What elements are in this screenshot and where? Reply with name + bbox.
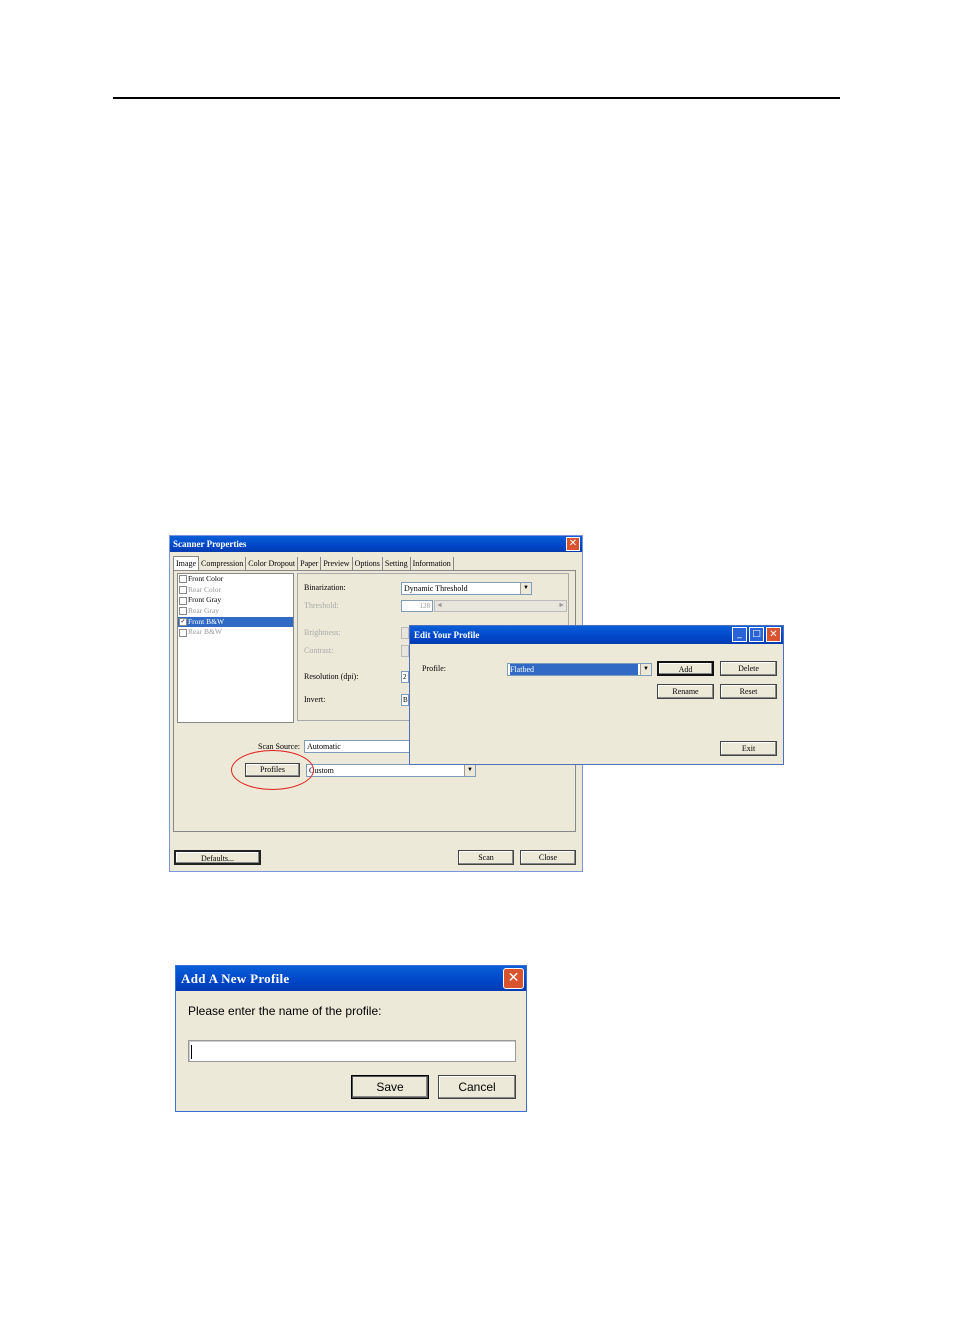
invert-label: Invert: [304, 695, 326, 704]
resolution-select[interactable]: 2 [401, 671, 409, 683]
tab-image[interactable]: Image [173, 556, 199, 570]
checkbox-icon[interactable] [179, 596, 187, 605]
rename-button[interactable]: Rename [657, 684, 714, 699]
binarization-select[interactable]: Dynamic Threshold ▼ [401, 582, 532, 595]
reset-button[interactable]: Reset [720, 684, 777, 699]
add-button[interactable]: Add [657, 661, 714, 676]
dialog-title: Edit Your Profile [414, 630, 480, 640]
chevron-down-icon: ▼ [464, 765, 475, 776]
list-item[interactable]: ✓ Front B&W [178, 616, 293, 628]
checkbox-icon[interactable] [179, 607, 187, 616]
threshold-label: Threshold: [304, 601, 339, 610]
profile-select[interactable]: Custom ▼ [306, 764, 476, 777]
scan-button[interactable]: Scan [458, 850, 514, 865]
list-item-label: Front Color [188, 574, 224, 583]
highlight-oval [231, 750, 314, 790]
checkbox-checked-icon[interactable]: ✓ [179, 618, 187, 627]
list-item-label: Front Gray [188, 595, 222, 605]
checkbox-icon[interactable] [179, 585, 187, 594]
arrow-right-icon: ► [558, 601, 565, 609]
contrast-label: Contrast: [304, 646, 334, 655]
maximize-icon[interactable]: □ [749, 627, 764, 642]
exit-button[interactable]: Exit [720, 741, 777, 756]
threshold-value[interactable]: 128 [401, 600, 433, 612]
list-item[interactable]: Rear Color [178, 585, 293, 596]
list-item-label: Rear Gray [188, 606, 220, 616]
profile-name-prompt: Please enter the name of the profile: [188, 1004, 382, 1018]
dialog-title: Add A New Profile [181, 971, 290, 986]
profile-name-input[interactable] [188, 1040, 516, 1062]
edit-profile-title-bar: Edit Your Profile [410, 626, 783, 644]
tab-color-dropout[interactable]: Color Dropout [246, 557, 299, 570]
page-header-rule [113, 97, 840, 99]
list-item-label: Rear Color [188, 584, 222, 594]
brightness-label: Brightness: [304, 628, 341, 637]
minimize-icon[interactable]: _ [732, 627, 747, 642]
brightness-field[interactable] [401, 627, 409, 639]
tab-compression[interactable]: Compression [199, 557, 247, 570]
tab-paper[interactable]: Paper [298, 557, 322, 570]
delete-button[interactable]: Delete [720, 661, 777, 676]
defaults-button[interactable]: Defaults... [174, 850, 261, 865]
list-item[interactable]: Rear Gray [178, 606, 293, 617]
tab-options[interactable]: Options [353, 557, 383, 570]
close-icon[interactable]: ✕ [503, 968, 524, 989]
arrow-left-icon: ◄ [436, 601, 443, 609]
close-icon[interactable]: ✕ [566, 537, 580, 551]
profile-label: Profile: [422, 664, 446, 673]
add-profile-title-bar: Add A New Profile [176, 966, 526, 991]
chevron-down-icon: ▼ [520, 583, 531, 594]
edit-profile-dialog: Edit Your Profile _ □ ✕ Profile: Flatbed… [409, 625, 784, 765]
contrast-field[interactable] [401, 645, 409, 657]
tab-setting[interactable]: Setting [383, 557, 411, 570]
scanner-title-bar: Scanner Properties [170, 536, 582, 552]
edit-profile-select[interactable]: Flatbed ▼ [507, 663, 652, 676]
chevron-down-icon: ▼ [640, 664, 651, 675]
binarization-label: Binarization: [304, 583, 346, 592]
checkbox-icon[interactable] [179, 575, 187, 584]
resolution-label: Resolution (dpi): [304, 672, 359, 681]
cancel-button[interactable]: Cancel [438, 1075, 516, 1099]
list-item-label: Front B&W [188, 616, 225, 626]
text-caret [191, 1044, 192, 1059]
list-item[interactable]: Front Gray [178, 595, 293, 606]
add-new-profile-dialog: Add A New Profile ✕ Please enter the nam… [175, 965, 527, 1112]
close-button[interactable]: Close [520, 850, 576, 865]
scan-source-select[interactable]: Automatic [304, 740, 414, 753]
edit-profile-value: Flatbed [510, 664, 638, 675]
tab-preview[interactable]: Preview [321, 557, 353, 570]
list-item[interactable]: Rear B&W [178, 627, 293, 638]
invert-select[interactable]: B [401, 694, 409, 706]
list-item[interactable]: Front Color [178, 574, 293, 585]
tab-strip: Image Compression Color Dropout Paper Previe… [173, 556, 454, 570]
close-icon[interactable]: ✕ [766, 627, 781, 642]
tab-information[interactable]: Information [411, 557, 454, 570]
image-type-list[interactable]: Front Color Rear Color Front Gray Rear Gray… [177, 573, 294, 723]
list-item-label: Rear B&W [188, 627, 222, 637]
window-title: Scanner Properties [173, 539, 247, 549]
save-button[interactable]: Save [351, 1075, 429, 1099]
threshold-slider[interactable]: ◄ ► [434, 600, 567, 612]
binarization-value: Dynamic Threshold [404, 584, 468, 593]
checkbox-icon[interactable] [179, 628, 187, 637]
